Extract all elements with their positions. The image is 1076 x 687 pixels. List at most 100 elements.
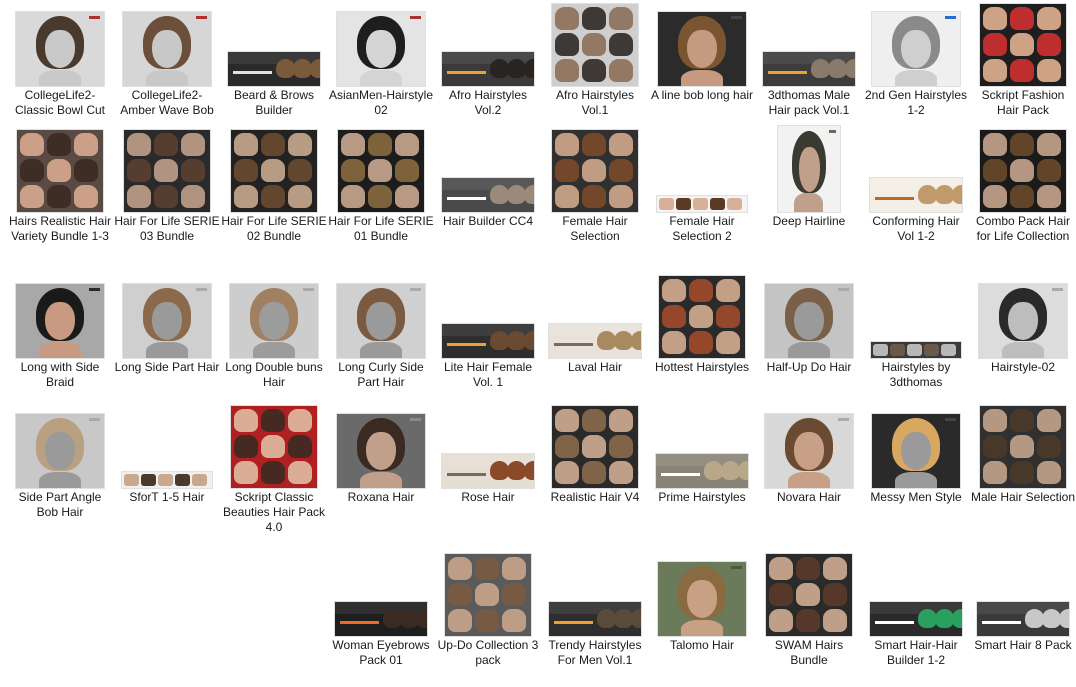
folder-item[interactable]: Sckript Fashion Hair Pack [970, 0, 1076, 130]
thumbnail-area [970, 402, 1076, 488]
folder-item[interactable]: Smart Hair-Hair Builder 1-2 [863, 550, 969, 680]
preview-tile [288, 409, 312, 432]
preview-tile [20, 159, 44, 182]
folder-item[interactable]: Long Double buns Hair [221, 272, 327, 402]
face-shape [901, 432, 931, 470]
preview-tile [983, 33, 1007, 56]
folder-item[interactable]: Roxana Hair [328, 402, 434, 532]
item-thumbnail [445, 554, 531, 636]
folder-item[interactable]: Beard & Brows Builder [221, 0, 327, 130]
folder-item[interactable]: Hairstyle-02 [970, 272, 1076, 402]
preview-tile [368, 133, 392, 156]
preview-tile [582, 159, 606, 182]
folder-item[interactable]: Sckript Classic Beauties Hair Pack 4.0 [221, 402, 327, 534]
item-thumbnail [231, 130, 317, 212]
face-shape [152, 30, 182, 68]
folder-item[interactable]: Hair Builder CC4 [435, 126, 541, 256]
item-label: Hairs Realistic Hair Variety Bundle 1-3 [8, 214, 112, 243]
thumbnail-area [542, 272, 648, 358]
folder-item[interactable]: Novara Hair [756, 402, 862, 532]
preview-tile [1010, 409, 1034, 432]
folder-item[interactable]: Woman Eyebrows Pack 01 [328, 550, 434, 680]
folder-item[interactable]: Up-Do Collection 3 pack [435, 550, 541, 680]
item-thumbnail [16, 284, 104, 358]
folder-item[interactable]: Afro Hairstyles Vol.2 [435, 0, 541, 130]
folder-item[interactable]: Talomo Hair [649, 550, 755, 680]
folder-item[interactable]: Female Hair Selection [542, 126, 648, 256]
logo-mark [89, 288, 100, 291]
item-thumbnail [872, 12, 960, 86]
folder-item[interactable]: Afro Hairstyles Vol.1 [542, 0, 648, 130]
folder-item[interactable]: Hairs Realistic Hair Variety Bundle 1-3 [7, 126, 113, 256]
face-shape [687, 580, 717, 618]
logo-mark [410, 288, 421, 291]
folder-item[interactable]: Hairstyles by 3dthomas [863, 272, 969, 402]
shoulders-shape [681, 70, 723, 86]
folder-item[interactable]: Female Hair Selection 2 [649, 126, 755, 256]
thumbnail-area [7, 272, 113, 358]
folder-item[interactable]: Long Curly Side Part Hair [328, 272, 434, 402]
face-shape [152, 302, 182, 340]
preview-tile [582, 435, 606, 458]
folder-item[interactable]: Prime Hairstyles [649, 402, 755, 532]
folder-item[interactable]: Combo Pack Hair for Life Collection [970, 126, 1076, 256]
folder-item[interactable]: CollegeLife2-Classic Bowl Cut [7, 0, 113, 130]
folder-item[interactable]: Realistic Hair V4 [542, 402, 648, 532]
preview-tile [796, 557, 820, 580]
preview-tile [1037, 133, 1061, 156]
face-shape [366, 432, 396, 470]
item-label: Female Hair Selection [562, 214, 628, 243]
item-thumbnail [980, 406, 1066, 488]
folder-item[interactable]: Smart Hair 8 Pack [970, 550, 1076, 680]
preview-tile [1010, 461, 1034, 484]
folder-item[interactable]: Hair For Life SERIE 01 Bundle [328, 126, 434, 256]
thumbnail-area [7, 402, 113, 488]
item-label: Novara Hair [776, 490, 842, 504]
preview-tile [20, 133, 44, 156]
folder-item[interactable]: Rose Hair [435, 402, 541, 532]
folder-item[interactable]: Hair For Life SERIE 02 Bundle [221, 126, 327, 256]
folder-item[interactable]: 2nd Gen Hairstyles 1-2 [863, 0, 969, 130]
item-thumbnail [228, 52, 320, 86]
folder-item[interactable]: Messy Men Style [863, 402, 969, 532]
item-label: A line bob long hair [650, 88, 754, 102]
folder-item[interactable]: Half-Up Do Hair [756, 272, 862, 402]
preview-tile [395, 159, 419, 182]
item-label: Realistic Hair V4 [550, 490, 640, 504]
folder-item[interactable]: Long Side Part Hair [114, 272, 220, 402]
preview-tile [609, 185, 633, 208]
preview-tile [659, 198, 674, 210]
item-label: Side Part Angle Bob Hair [18, 490, 102, 519]
thumbnail-area [435, 402, 541, 488]
folder-item[interactable]: SforT 1-5 Hair [114, 402, 220, 532]
folder-item[interactable]: 3dthomas Male Hair pack Vol.1 [756, 0, 862, 130]
preview-tile [261, 159, 285, 182]
folder-item[interactable]: Lite Hair Female Vol. 1 [435, 272, 541, 402]
thumbnail-area [649, 0, 755, 86]
folder-item[interactable]: SWAM Hairs Bundle [756, 550, 862, 680]
folder-item[interactable]: Hair For Life SERIE 03 Bundle [114, 126, 220, 256]
folder-item[interactable]: A line bob long hair [649, 0, 755, 130]
preview-tile [154, 185, 178, 208]
folder-item[interactable]: Deep Hairline [756, 126, 862, 256]
preview-tile [395, 133, 419, 156]
folder-item[interactable]: Side Part Angle Bob Hair [7, 402, 113, 532]
title-bar [340, 621, 379, 624]
preview-tile [448, 557, 472, 580]
folder-item[interactable]: AsianMen-Hairstyle 02 [328, 0, 434, 130]
preview-tile [983, 133, 1007, 156]
folder-item[interactable]: Conforming Hair Vol 1-2 [863, 126, 969, 256]
folder-item[interactable]: Trendy Hairstyles For Men Vol.1 [542, 550, 648, 680]
folder-item[interactable]: Male Hair Selection [970, 402, 1076, 532]
folder-item[interactable]: Hottest Hairstyles [649, 272, 755, 402]
preview-tile [368, 159, 392, 182]
folder-item[interactable]: Long with Side Braid [7, 272, 113, 402]
folder-item[interactable]: CollegeLife2-Amber Wave Bob [114, 0, 220, 130]
item-thumbnail [977, 602, 1069, 636]
folder-item[interactable]: Laval Hair [542, 272, 648, 402]
item-thumbnail [870, 178, 962, 212]
item-thumbnail [763, 52, 855, 86]
preview-tile [502, 557, 526, 580]
item-thumbnail [16, 12, 104, 86]
item-label: Lite Hair Female Vol. 1 [443, 360, 533, 389]
